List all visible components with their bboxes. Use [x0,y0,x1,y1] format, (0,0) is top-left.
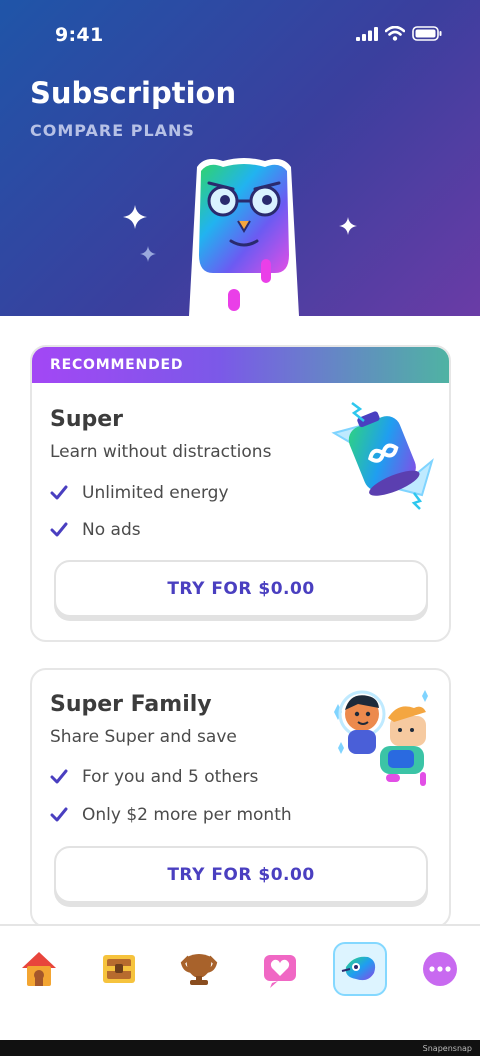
checkmark-icon [50,807,68,822]
battery-icon [412,26,442,41]
checkmark-icon [50,769,68,784]
sparkle-icon [339,217,357,235]
nav-leaderboard[interactable] [172,942,226,996]
mascot-illustration [189,158,299,316]
chest-icon [103,955,135,983]
try-super-family-button[interactable]: TRY FOR $0.00 [54,846,428,903]
try-super-button[interactable]: TRY FOR $0.00 [54,560,428,617]
signal-icon [356,26,378,41]
nav-hearts[interactable] [253,942,307,996]
checkmark-icon [50,485,68,500]
plan-card-super-family: Super Family Share Super and save For yo… [30,668,451,928]
recommended-badge: RECOMMENDED [32,347,449,383]
plan-name: Super [50,407,124,432]
status-bar: 9:41 [0,0,480,70]
family-illustration [334,690,428,786]
super-icon [341,956,376,981]
nav-chest[interactable] [92,942,146,996]
page-subtitle: COMPARE PLANS [30,121,195,140]
feature-label: No ads [82,520,141,540]
trophy-icon [180,954,218,985]
bottom-nav [0,924,480,1040]
feature-item: No ads [50,520,141,540]
status-icons [356,26,442,41]
feature-label: Only $2 more per month [82,805,292,825]
feature-item: Only $2 more per month [50,805,292,825]
feature-label: For you and 5 others [82,767,259,787]
wifi-icon [385,26,405,41]
nav-home[interactable] [12,942,66,996]
feature-item: Unlimited energy [50,483,229,503]
nav-super[interactable] [333,942,387,996]
watermark: Snapensnap [422,1044,472,1053]
sparkle-icon [123,205,147,229]
sparkle-icon [140,246,156,262]
feature-label: Unlimited energy [82,483,229,503]
status-time: 9:41 [55,24,104,46]
home-icon [22,952,56,986]
plan-card-super: RECOMMENDED Super Learn without distract… [30,345,451,642]
more-icon [423,952,457,986]
checkmark-icon [50,522,68,537]
heart-icon [264,955,296,988]
plan-description: Share Super and save [50,727,237,747]
battery-illustration [331,402,434,510]
header: 9:41 Subscription COMPARE PLANS [0,0,480,316]
plan-description: Learn without distractions [50,442,272,462]
feature-item: For you and 5 others [50,767,258,787]
page-title: Subscription [30,76,237,110]
nav-more[interactable] [413,942,467,996]
plan-name: Super Family [50,692,212,717]
footer-strip [0,1040,480,1056]
